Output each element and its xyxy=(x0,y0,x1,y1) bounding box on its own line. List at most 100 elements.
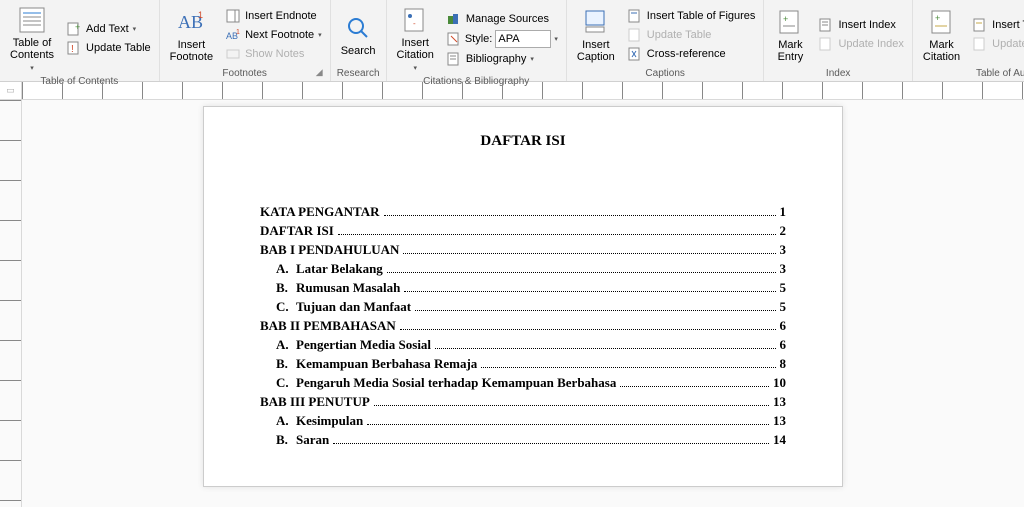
show-notes-icon xyxy=(225,46,241,62)
insert-table-of-authorities-button[interactable]: Insert Table of Authorities xyxy=(968,16,1024,34)
show-notes-button[interactable]: Show Notes xyxy=(221,45,326,63)
toc-label: Latar Belakang xyxy=(296,261,383,277)
style-label: Style: xyxy=(465,33,493,45)
manage-sources-icon xyxy=(446,11,462,27)
add-text-icon: + xyxy=(66,21,82,37)
manage-sources-button[interactable]: Manage Sources xyxy=(442,10,562,28)
next-footnote-label: Next Footnote xyxy=(245,29,314,41)
svg-text:1: 1 xyxy=(236,29,240,36)
group-label-captions: Captions xyxy=(571,67,760,81)
insert-citation-button[interactable]: - Insert Citation ▾ xyxy=(391,2,440,75)
toc-label: Saran xyxy=(296,432,329,448)
mark-entry-icon: + xyxy=(774,6,806,38)
toc-leader-dots xyxy=(333,443,769,444)
toc-page-number: 6 xyxy=(780,318,787,334)
captions-update-table-label: Update Table xyxy=(647,29,712,41)
cross-reference-button[interactable]: Cross-reference xyxy=(623,45,760,63)
captions-update-table-button[interactable]: Update Table xyxy=(623,26,760,44)
svg-text:1: 1 xyxy=(198,10,203,20)
toc-label: Pengertian Media Sosial xyxy=(296,337,431,353)
update-authorities-icon xyxy=(972,36,988,52)
toc-page-number: 14 xyxy=(773,432,786,448)
endnote-icon xyxy=(225,8,241,24)
update-index-label: Update Index xyxy=(838,38,903,50)
toc-line: DAFTAR ISI2 xyxy=(260,223,786,239)
mark-citation-button[interactable]: + Mark Citation xyxy=(917,2,966,67)
next-footnote-icon: AB1 xyxy=(225,27,241,43)
footnote-icon: AB1 xyxy=(175,6,207,38)
authorities-icon xyxy=(972,17,988,33)
toc-line: BAB I PENDAHULUAN 3 xyxy=(260,242,786,258)
chevron-down-icon: ▾ xyxy=(530,55,534,63)
chevron-down-icon[interactable]: ▾ xyxy=(554,35,558,43)
footnotes-dialog-launcher[interactable]: ◢ xyxy=(316,67,328,79)
citation-style-select[interactable] xyxy=(495,30,551,48)
chevron-down-icon: ▾ xyxy=(413,65,417,72)
svg-text:+: + xyxy=(783,14,788,24)
horizontal-ruler[interactable]: ▭ xyxy=(0,82,1024,100)
svg-text:+: + xyxy=(75,22,80,32)
vertical-ruler[interactable] xyxy=(0,100,22,507)
figures-icon xyxy=(627,8,643,24)
group-citations: - Insert Citation ▾ Manage Sources Style… xyxy=(387,0,567,81)
insert-endnote-button[interactable]: Insert Endnote xyxy=(221,7,326,25)
chevron-down-icon: ▾ xyxy=(133,25,137,33)
toc-label: Kesimpulan xyxy=(296,413,363,429)
add-text-button[interactable]: + Add Text ▾ xyxy=(62,20,155,38)
page-title: DAFTAR ISI xyxy=(260,133,786,150)
document-page[interactable]: DAFTAR ISI KATA PENGANTAR 1 DAFTAR ISI2 BAB… xyxy=(203,106,843,487)
mark-citation-label: Mark Citation xyxy=(923,39,960,63)
toc-line: BAB III PENUTUP13 xyxy=(260,394,786,410)
workspace: DAFTAR ISI KATA PENGANTAR 1 DAFTAR ISI2 BAB… xyxy=(0,100,1024,507)
ruler-h-scale xyxy=(22,82,1024,99)
toc-page-number: 1 xyxy=(780,204,787,220)
toc-label: BAB I PENDAHULUAN xyxy=(260,242,399,258)
authorities-update-button[interactable]: Update Table xyxy=(968,35,1024,53)
insert-caption-label: Insert Caption xyxy=(577,39,615,63)
group-label-footnotes: Footnotes xyxy=(164,67,326,81)
insert-table-of-figures-button[interactable]: Insert Table of Figures xyxy=(623,7,760,25)
svg-text:!: ! xyxy=(71,44,74,55)
search-icon xyxy=(342,12,374,44)
toc-label: KATA PENGANTAR xyxy=(260,204,380,220)
insert-endnote-label: Insert Endnote xyxy=(245,10,317,22)
table-of-contents: KATA PENGANTAR 1 DAFTAR ISI2 BAB I PENDAHUL… xyxy=(260,204,786,448)
search-button[interactable]: Search xyxy=(335,2,382,67)
bibliography-icon xyxy=(446,51,462,67)
toc-label: Tujuan dan Manfaat xyxy=(296,299,411,315)
toc-button-label: Table of Contents xyxy=(10,37,54,61)
insert-caption-button[interactable]: Insert Caption xyxy=(571,2,621,67)
toc-leader-dots xyxy=(435,348,775,349)
group-index: + Mark Entry Insert Index Update Index I… xyxy=(764,0,912,81)
toc-label: BAB III PENUTUP xyxy=(260,394,370,410)
insert-table-of-figures-label: Insert Table of Figures xyxy=(647,10,756,22)
update-table-button[interactable]: ! Update Table xyxy=(62,39,155,57)
toc-page-number: 3 xyxy=(780,242,787,258)
toc-page-number: 3 xyxy=(780,261,787,277)
toc-label: Kemampuan Berbahasa Remaja xyxy=(296,356,477,372)
toc-letter: B. xyxy=(276,432,296,448)
toc-line: A.Pengertian Media Sosial6 xyxy=(260,337,786,353)
toc-leader-dots xyxy=(403,253,775,254)
manage-sources-label: Manage Sources xyxy=(466,13,549,25)
toc-letter: C. xyxy=(276,299,296,315)
mark-entry-button[interactable]: + Mark Entry xyxy=(768,2,812,67)
next-footnote-button[interactable]: AB1 Next Footnote ▾ xyxy=(221,26,326,44)
insert-index-button[interactable]: Insert Index xyxy=(814,16,907,34)
toc-page-number: 10 xyxy=(773,375,786,391)
insert-footnote-label: Insert Footnote xyxy=(170,39,213,63)
toc-letter: C. xyxy=(276,375,296,391)
cross-reference-label: Cross-reference xyxy=(647,48,726,60)
table-of-contents-button[interactable]: Table of Contents ▾ xyxy=(4,2,60,75)
toc-label: DAFTAR ISI xyxy=(260,223,334,239)
bibliography-button[interactable]: Bibliography ▾ xyxy=(442,50,562,68)
toc-letter: A. xyxy=(276,413,296,429)
insert-footnote-button[interactable]: AB1 Insert Footnote xyxy=(164,2,219,67)
group-label-research: Research xyxy=(335,67,382,81)
update-index-icon xyxy=(818,36,834,52)
update-index-button[interactable]: Update Index xyxy=(814,35,907,53)
toc-leader-dots xyxy=(387,272,776,273)
document-canvas[interactable]: DAFTAR ISI KATA PENGANTAR 1 DAFTAR ISI2 BAB… xyxy=(22,100,1024,507)
toc-leader-dots xyxy=(415,310,775,311)
toc-line: C.Tujuan dan Manfaat5 xyxy=(260,299,786,315)
